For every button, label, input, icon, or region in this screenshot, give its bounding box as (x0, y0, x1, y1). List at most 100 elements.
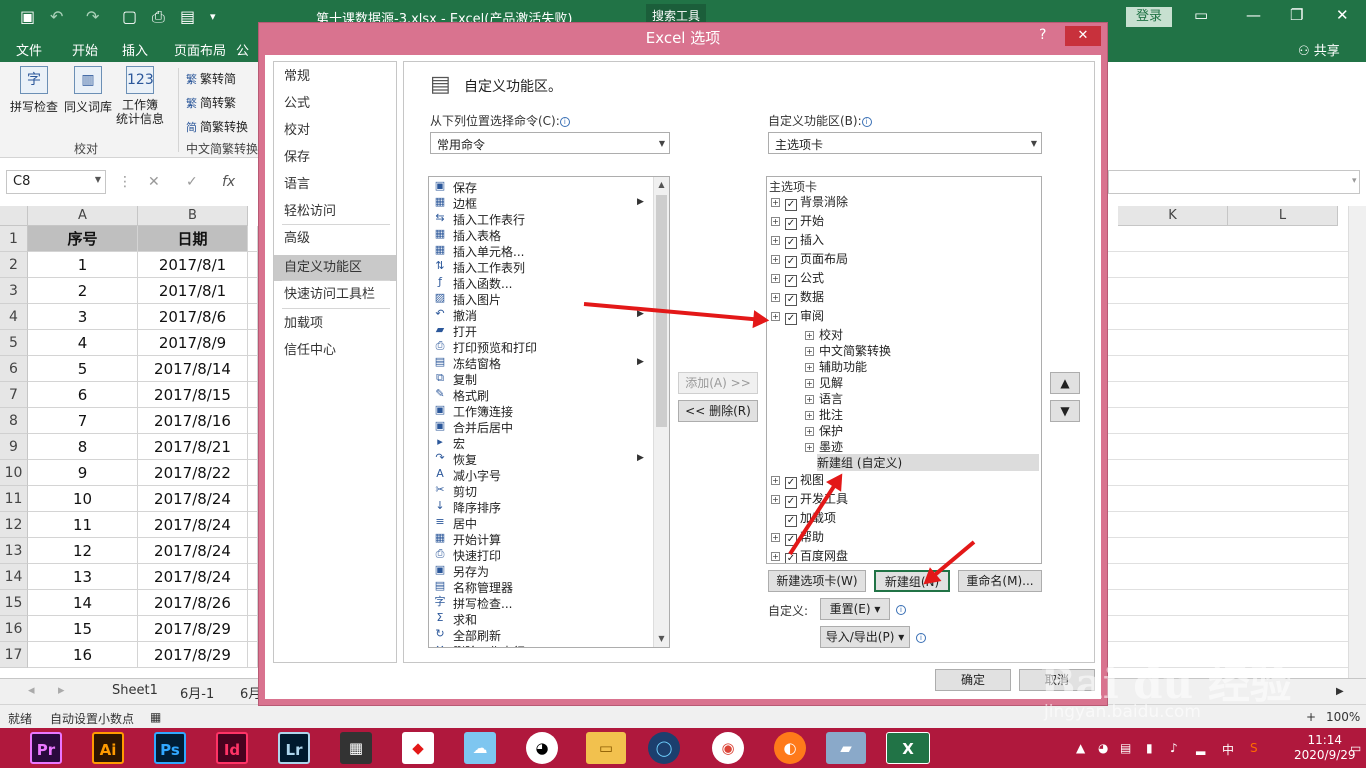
indesign-icon[interactable]: Id (216, 732, 248, 764)
qq-icon[interactable]: ◕ (526, 732, 558, 764)
table-cell[interactable]: 4 (28, 330, 138, 356)
expand-icon[interactable]: + (771, 495, 780, 504)
spell-check-button[interactable]: 字 拼写检查 (8, 66, 60, 115)
tree-subitem[interactable]: + 语言 (805, 390, 843, 407)
checkbox-icon[interactable]: ✓ (785, 313, 797, 325)
table-cell[interactable] (248, 616, 258, 642)
list-item[interactable]: 居中 (453, 515, 477, 532)
tree-item[interactable]: + ✓ 页面布局 (771, 250, 848, 268)
video-editor-icon[interactable]: ▦ (340, 732, 372, 764)
list-item[interactable]: 快速打印 (453, 547, 501, 564)
move-down-button[interactable]: ▼ (1050, 400, 1080, 422)
ok-button[interactable]: 确定 (935, 669, 1011, 691)
table-cell[interactable]: 2 (28, 278, 138, 304)
tab-insert[interactable]: 插入 (122, 40, 148, 59)
nav-item[interactable]: 语言 (274, 172, 396, 198)
zoom-in-icon[interactable]: + (1306, 710, 1316, 724)
list-item[interactable]: 打印预览和打印 (453, 339, 537, 356)
table-cell[interactable] (248, 642, 258, 668)
table-cell[interactable] (248, 408, 258, 434)
nav-item[interactable]: 快速访问工具栏 (274, 282, 396, 308)
table-cell[interactable]: 16 (28, 642, 138, 668)
file-explorer-icon[interactable]: ▭ (586, 732, 626, 764)
tab-file[interactable]: 文件 (16, 40, 42, 59)
list-item[interactable]: 插入工作表行 (453, 211, 525, 228)
table-cell[interactable]: 14 (28, 590, 138, 616)
list-item[interactable]: 保存 (453, 179, 477, 196)
row-header[interactable]: 4 (0, 304, 28, 330)
table-cell[interactable] (248, 304, 258, 330)
list-item[interactable]: 恢复 (453, 451, 477, 468)
formula-input[interactable] (1108, 170, 1360, 194)
sheet-tab-june-1[interactable]: 6月-1 (180, 683, 214, 702)
table-cell[interactable] (248, 252, 258, 278)
row-header[interactable]: 17 (0, 642, 28, 668)
tab-page-layout[interactable]: 页面布局 (174, 40, 226, 59)
tray-battery-icon[interactable]: ▮ (1146, 741, 1153, 755)
expand-formula-icon[interactable]: ▾ (1352, 176, 1357, 186)
chrome-icon[interactable]: ◉ (712, 732, 744, 764)
tab-formulas[interactable]: 公 (236, 40, 249, 59)
table-cell[interactable]: 2017/8/24 (138, 512, 248, 538)
table-cell[interactable]: 2017/8/14 (138, 356, 248, 382)
add-button[interactable]: 添加(A) >> (678, 372, 758, 394)
header-cell[interactable]: 日期 (138, 226, 248, 252)
row-header[interactable]: 15 (0, 590, 28, 616)
tray-signal-icon[interactable]: ▂ (1196, 741, 1205, 755)
commands-scrollbar[interactable]: ▲ ▼ (653, 177, 669, 647)
login-button[interactable]: 登录 (1126, 7, 1172, 27)
tray-sogou-icon[interactable]: S (1250, 741, 1258, 755)
checkbox-icon[interactable]: ✓ (785, 294, 797, 306)
list-item[interactable]: 开始计算 (453, 531, 501, 548)
nav-item[interactable]: 轻松访问 (274, 199, 396, 225)
tree-item[interactable]: + ✓ 审阅 (771, 307, 824, 325)
tree-item[interactable]: +✓开发工具 (771, 490, 848, 508)
customize-ribbon-combo[interactable]: 主选项卡 ▼ (768, 132, 1042, 154)
tree-item[interactable]: + ✓ 数据 (771, 288, 824, 306)
table-cell[interactable]: 2017/8/24 (138, 538, 248, 564)
table-cell[interactable]: 10 (28, 486, 138, 512)
notes-app-icon[interactable]: ▰ (826, 732, 866, 764)
tray-qq-icon[interactable]: ◕ (1098, 741, 1108, 755)
column-header-k[interactable]: K (1118, 206, 1228, 226)
list-item[interactable]: 降序排序 (453, 499, 501, 516)
list-item[interactable]: 合并后居中 (453, 419, 513, 436)
table-cell[interactable]: 2017/8/6 (138, 304, 248, 330)
table-cell[interactable] (248, 538, 258, 564)
sheet-tab-sheet1[interactable]: Sheet1 (112, 683, 158, 698)
insert-function-icon[interactable]: fx (222, 174, 235, 190)
premiere-icon[interactable]: Pr (30, 732, 62, 764)
table-cell[interactable] (248, 226, 258, 252)
expand-icon[interactable]: + (805, 443, 814, 452)
tree-subitem[interactable]: + 辅助功能 (805, 358, 867, 375)
list-item[interactable]: 打开 (453, 323, 477, 340)
tab-home[interactable]: 开始 (72, 40, 98, 59)
expand-icon[interactable]: + (805, 379, 814, 388)
photoshop-icon[interactable]: Ps (154, 732, 186, 764)
form-icon[interactable]: ▤ (180, 7, 195, 26)
expand-icon[interactable]: + (805, 331, 814, 340)
minimize-icon[interactable]: — (1246, 6, 1261, 24)
table-cell[interactable]: 2017/8/29 (138, 616, 248, 642)
tree-item[interactable]: + ✓ 插入 (771, 231, 824, 249)
tree-subitem[interactable]: + 校对 (805, 326, 843, 343)
zoom-level[interactable]: 100% (1326, 710, 1360, 724)
list-item[interactable]: 插入函数... (453, 275, 512, 292)
tree-new-group-custom[interactable]: 新建组 (自定义) (817, 454, 1039, 471)
remove-button[interactable]: << 删除(R) (678, 400, 758, 422)
table-cell[interactable] (248, 460, 258, 486)
column-header-b[interactable]: B (138, 206, 248, 226)
expand-icon[interactable]: + (771, 255, 780, 264)
list-item[interactable]: 插入图片 (453, 291, 501, 308)
row-header[interactable]: 11 (0, 486, 28, 512)
expand-icon[interactable]: + (771, 533, 780, 542)
list-item[interactable]: 删除工作表行 (453, 643, 525, 647)
list-item[interactable]: 宏 (453, 435, 465, 452)
table-cell[interactable]: 2017/8/16 (138, 408, 248, 434)
list-item[interactable]: 插入工作表列 (453, 259, 525, 276)
tree-subitem[interactable]: + 墨迹 (805, 438, 843, 455)
lightroom-icon[interactable]: Lr (278, 732, 310, 764)
tree-subitem[interactable]: + 见解 (805, 374, 843, 391)
trad-to-simp-button[interactable]: 繁繁转简 (186, 70, 236, 87)
tree-subitem[interactable]: + 保护 (805, 422, 843, 439)
